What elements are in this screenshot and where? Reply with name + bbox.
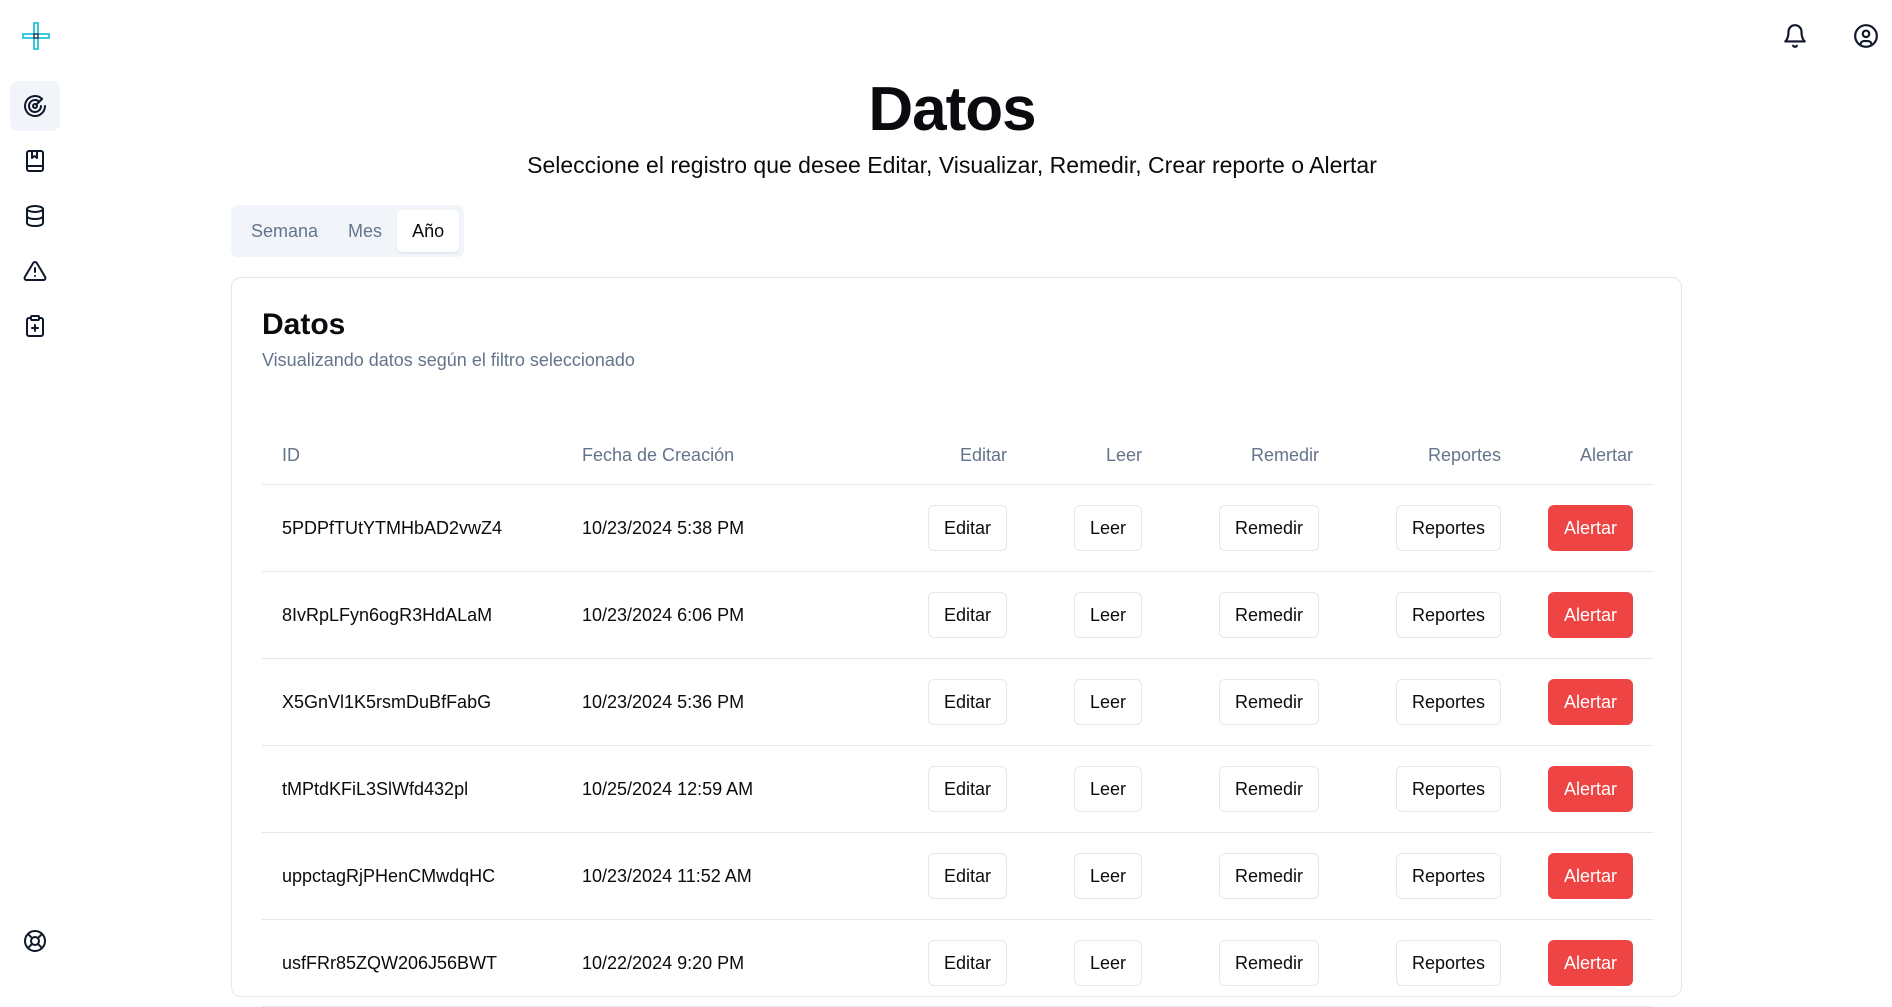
header-remeasure: Remedir [1250, 444, 1319, 465]
read-button[interactable]: Leer [1073, 679, 1142, 725]
edit-button[interactable]: Editar [927, 679, 1007, 725]
book-icon [26, 150, 44, 172]
row-id: usfFRr85ZQW206J56BWT [282, 952, 498, 973]
row-id: 8IvRpLFyn6ogR3HdALaM [282, 604, 493, 625]
user-circle-icon [1854, 24, 1878, 48]
clipboard-plus-icon [26, 315, 44, 337]
edit-button[interactable]: Editar [927, 592, 1007, 638]
reports-button[interactable]: Reportes [1395, 766, 1501, 812]
database-icon [26, 205, 44, 228]
remeasure-button[interactable]: Remedir [1218, 766, 1319, 812]
alert-button[interactable]: Alertar [1547, 940, 1633, 986]
sidebar-item-database[interactable] [10, 191, 60, 241]
data-table: ID Fecha de Creación Editar Leer Remedir… [262, 426, 1653, 1007]
sidebar-item-clipboard[interactable] [10, 301, 60, 351]
alert-button[interactable]: Alertar [1547, 505, 1633, 551]
sidebar-item-help[interactable] [10, 916, 60, 966]
remeasure-button[interactable]: Remedir [1218, 505, 1319, 551]
row-id: tMPtdKFiL3SlWfd432pl [282, 778, 469, 799]
reports-button[interactable]: Reportes [1395, 592, 1501, 638]
row-date: 10/25/2024 12:59 AM [582, 778, 754, 799]
header-date: Fecha de Creación [582, 444, 735, 465]
header-read: Leer [1105, 444, 1142, 465]
notifications-button[interactable] [1781, 22, 1809, 50]
remeasure-button[interactable]: Remedir [1218, 853, 1319, 899]
row-id: X5GnVl1K5rsmDuBfFabG [282, 691, 492, 712]
header-edit: Editar [959, 444, 1007, 465]
header-reports: Reportes [1427, 444, 1501, 465]
read-button[interactable]: Leer [1073, 940, 1142, 986]
row-date: 10/23/2024 6:06 PM [582, 604, 745, 625]
life-buoy-icon [24, 930, 46, 952]
table-row: 8IvRpLFyn6ogR3HdALaM 10/23/2024 6:06 PM … [262, 572, 1653, 659]
edit-button[interactable]: Editar [927, 940, 1007, 986]
card-title: Datos [262, 308, 346, 341]
table-row: tMPtdKFiL3SlWfd432pl 10/25/2024 12:59 AM… [262, 746, 1653, 833]
page-title: Datos [868, 75, 1036, 144]
page-subtitle: Seleccione el registro que desee Editar,… [527, 152, 1377, 178]
row-id: uppctagRjPHenCMwdqHC [282, 865, 496, 886]
alert-triangle-icon [23, 260, 47, 281]
reports-button[interactable]: Reportes [1395, 940, 1501, 986]
sidebar-item-book[interactable] [10, 136, 60, 186]
alert-button[interactable]: Alertar [1547, 679, 1633, 725]
sidebar [0, 0, 70, 973]
table-row: X5GnVl1K5rsmDuBfFabG 10/23/2024 5:36 PM … [262, 659, 1653, 746]
tab-semana[interactable]: Semana [236, 210, 333, 252]
period-tabs: Semana Mes Año [231, 205, 465, 257]
row-date: 10/23/2024 5:38 PM [582, 517, 745, 538]
row-date: 10/23/2024 5:36 PM [582, 691, 745, 712]
remeasure-button[interactable]: Remedir [1218, 592, 1319, 638]
read-button[interactable]: Leer [1073, 592, 1142, 638]
sidebar-item-alerts[interactable] [10, 246, 60, 296]
edit-button[interactable]: Editar [927, 766, 1007, 812]
table-header: ID Fecha de Creación Editar Leer Remedir… [262, 426, 1653, 485]
reports-button[interactable]: Reportes [1395, 505, 1501, 551]
table-row: usfFRr85ZQW206J56BWT 10/22/2024 9:20 PM … [262, 920, 1653, 1007]
alert-button[interactable]: Alertar [1547, 766, 1633, 812]
card-description: Visualizando datos según el filtro selec… [262, 350, 635, 370]
read-button[interactable]: Leer [1073, 766, 1142, 812]
table-row: 5PDPfTUtYTMHbAD2vwZ4 10/23/2024 5:38 PM … [262, 485, 1653, 572]
alert-button[interactable]: Alertar [1547, 592, 1633, 638]
reports-button[interactable]: Reportes [1395, 853, 1501, 899]
remeasure-button[interactable]: Remedir [1218, 940, 1319, 986]
row-id: 5PDPfTUtYTMHbAD2vwZ4 [282, 517, 503, 538]
tab-ano[interactable]: Año [397, 210, 460, 252]
remeasure-button[interactable]: Remedir [1218, 679, 1319, 725]
sidebar-item-dashboard[interactable] [10, 81, 60, 131]
logo-plus-icon[interactable] [21, 21, 51, 51]
bell-icon [1784, 24, 1806, 48]
edit-button[interactable]: Editar [927, 505, 1007, 551]
header-alert: Alertar [1579, 444, 1633, 465]
read-button[interactable]: Leer [1073, 505, 1142, 551]
radar-icon [24, 95, 46, 117]
header-id: ID [282, 444, 300, 465]
data-card: Datos Visualizando datos según el filtro… [231, 277, 1682, 1007]
table-row: uppctagRjPHenCMwdqHC 10/23/2024 11:52 AM… [262, 833, 1653, 920]
tab-mes[interactable]: Mes [333, 210, 397, 252]
row-date: 10/23/2024 11:52 AM [582, 865, 752, 886]
reports-button[interactable]: Reportes [1395, 679, 1501, 725]
profile-button[interactable] [1852, 22, 1880, 50]
alert-button[interactable]: Alertar [1547, 853, 1633, 899]
row-date: 10/22/2024 9:20 PM [582, 952, 745, 973]
read-button[interactable]: Leer [1073, 853, 1142, 899]
edit-button[interactable]: Editar [927, 853, 1007, 899]
